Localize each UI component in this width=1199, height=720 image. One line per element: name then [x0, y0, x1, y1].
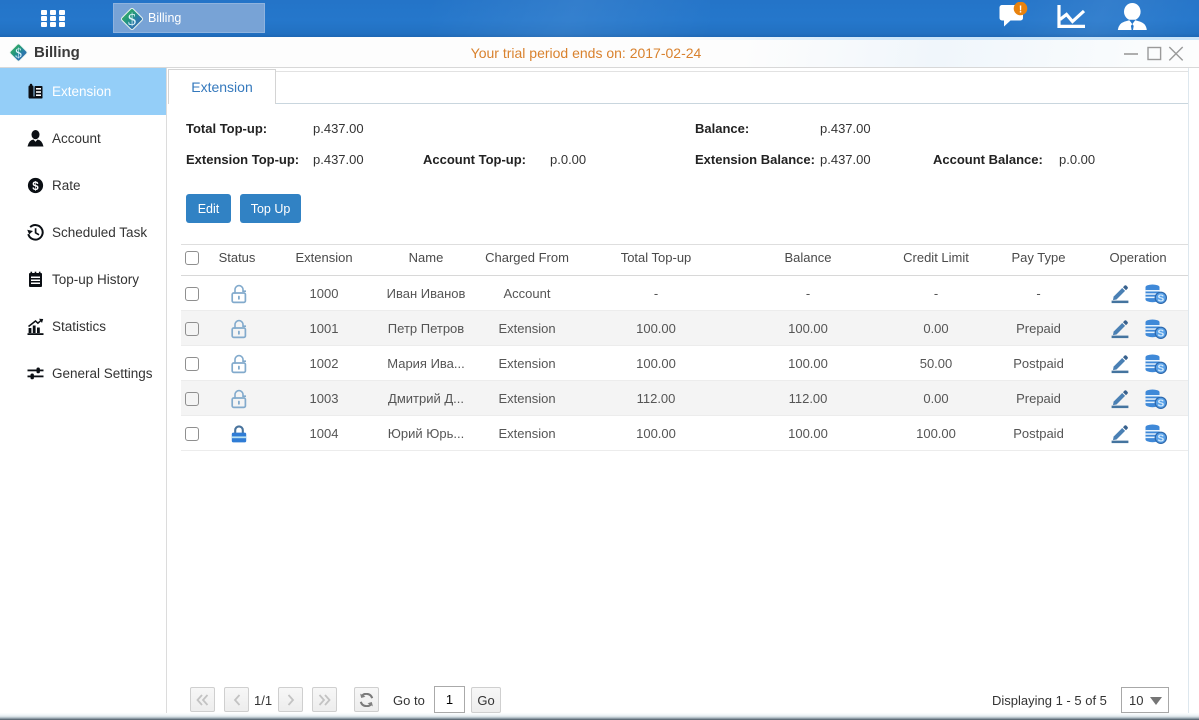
svg-text:S: S — [1157, 293, 1164, 303]
svg-text:S: S — [1157, 328, 1164, 338]
svg-text:S: S — [1157, 433, 1164, 443]
svg-text:$: $ — [128, 10, 137, 29]
svg-text:S: S — [1157, 363, 1164, 373]
svg-text:!: ! — [1019, 4, 1022, 15]
svg-text:S: S — [1157, 398, 1164, 408]
svg-text:$: $ — [32, 181, 39, 193]
